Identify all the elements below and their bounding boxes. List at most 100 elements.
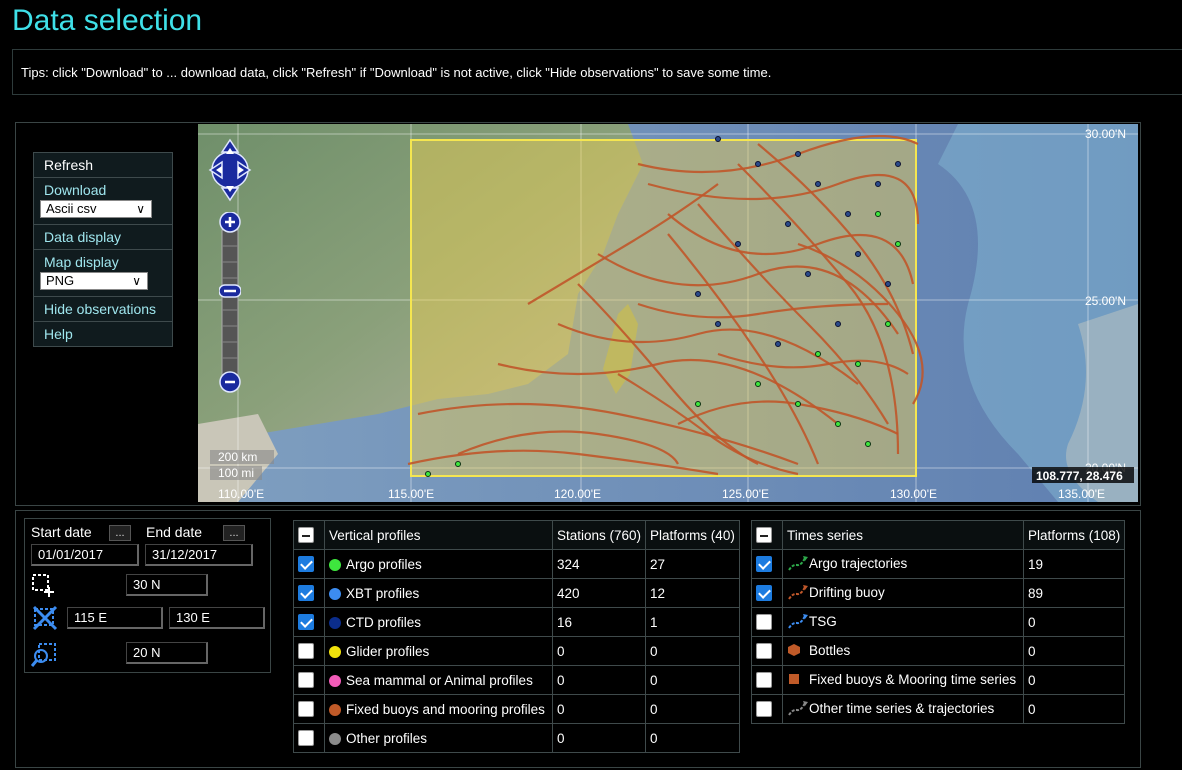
row-checkbox-cell[interactable]	[751, 578, 783, 608]
row-checkbox-cell[interactable]	[293, 549, 325, 579]
profile-name: Argo profiles	[346, 556, 422, 572]
page-title: Data selection	[12, 4, 203, 37]
row-checkbox[interactable]	[298, 730, 314, 747]
map-display-item: Map display PNG ∨	[34, 250, 172, 297]
start-date-label: Start date	[31, 524, 92, 540]
pan-control[interactable]	[208, 138, 252, 202]
series-name: TSG	[809, 613, 837, 629]
stations-column-header: Stations (760)	[551, 520, 647, 550]
table-row: Other profiles 0 0	[293, 723, 740, 753]
table-row: TSG 0	[751, 607, 1126, 637]
platforms-cell: 0	[645, 694, 740, 724]
profile-name: CTD profiles	[346, 614, 422, 630]
data-display-button[interactable]: Data display	[34, 225, 172, 250]
lat-label-30: 30.00'N	[1085, 127, 1126, 141]
start-date-picker-button[interactable]: ...	[109, 525, 131, 541]
row-checkbox-cell[interactable]	[293, 578, 325, 608]
south-bound-field[interactable]: 20 N	[126, 642, 208, 664]
scale-km: 200 km	[218, 450, 257, 464]
map-canvas[interactable]: 200 km 100 mi 30.00'N 25.00'N 20.00'N 11…	[198, 124, 1138, 502]
row-checkbox[interactable]	[298, 556, 314, 573]
row-checkbox[interactable]	[298, 643, 314, 660]
vertical-toggle-all[interactable]	[293, 520, 325, 550]
row-checkbox[interactable]	[756, 614, 772, 631]
map-display-button[interactable]: Map display	[44, 254, 162, 270]
tips-bar: Tips: click "Download" to ... download d…	[12, 49, 1182, 95]
lon-label-120: 120.00'E	[554, 487, 601, 501]
ts-platforms-column-header: Platforms (108)	[1022, 520, 1126, 550]
row-checkbox-cell[interactable]	[751, 694, 783, 724]
row-checkbox[interactable]	[298, 614, 314, 631]
profile-name: Sea mammal or Animal profiles	[346, 672, 533, 688]
clear-area-icon[interactable]	[31, 605, 59, 631]
bottles-icon	[787, 643, 809, 660]
download-format-select[interactable]: Ascii csv ∨	[40, 200, 152, 218]
row-checkbox-cell[interactable]	[293, 723, 325, 753]
series-name-cell: Argo trajectories	[782, 549, 1024, 579]
table-row: Fixed buoys & Mooring time series 0	[751, 665, 1126, 695]
profile-dot-icon	[329, 674, 341, 687]
time-series-table: Times series Platforms (108) Argo trajec…	[751, 520, 1126, 724]
east-bound-field[interactable]: 130 E	[169, 607, 265, 629]
row-checkbox-cell[interactable]	[751, 607, 783, 637]
map-menu: Refresh Download Ascii csv ∨ Data display…	[33, 152, 173, 347]
lon-label-130: 130.00'E	[890, 487, 937, 501]
download-button[interactable]: Download	[44, 182, 162, 198]
row-checkbox-cell[interactable]	[293, 636, 325, 666]
end-date-field[interactable]: 31/12/2017	[145, 544, 253, 566]
row-checkbox-cell[interactable]	[293, 694, 325, 724]
table-row: Drifting buoy 89	[751, 578, 1126, 608]
series-name: Drifting buoy	[809, 584, 885, 600]
row-checkbox[interactable]	[756, 701, 772, 718]
end-date-picker-button[interactable]: ...	[223, 525, 245, 541]
row-checkbox[interactable]	[298, 672, 314, 689]
zoom-slider[interactable]	[218, 211, 242, 394]
ts-platforms-cell: 0	[1022, 636, 1126, 666]
lon-label-115: 115.00'E	[388, 487, 434, 501]
table-row: Fixed buoys and mooring profiles 0 0	[293, 694, 740, 724]
row-checkbox[interactable]	[756, 556, 772, 573]
row-checkbox[interactable]	[756, 643, 772, 660]
west-bound-field[interactable]: 115 E	[67, 607, 163, 629]
table-row: Other time series & trajectories 0	[751, 694, 1126, 724]
row-checkbox-cell[interactable]	[751, 549, 783, 579]
zoom-to-area-icon[interactable]	[30, 642, 57, 668]
scale-mi: 100 mi	[218, 466, 254, 480]
end-date-label: End date	[146, 524, 203, 540]
profile-dot-icon	[329, 587, 341, 600]
row-checkbox[interactable]	[298, 701, 314, 718]
profile-name-cell: XBT profiles	[324, 578, 553, 608]
start-date-field[interactable]: 01/01/2017	[31, 544, 139, 566]
chevron-down-icon: ∨	[136, 202, 145, 216]
tsg-icon	[787, 612, 809, 633]
timeseries-toggle-all[interactable]	[751, 520, 783, 550]
profile-name-cell: CTD profiles	[324, 607, 553, 637]
platforms-cell: 0	[645, 665, 740, 695]
row-checkbox[interactable]	[756, 672, 772, 689]
collapse-checkbox-icon[interactable]	[756, 527, 772, 544]
profile-name: XBT profiles	[346, 585, 420, 601]
profile-name-cell: Fixed buoys and mooring profiles	[324, 694, 553, 724]
refresh-button[interactable]: Refresh	[34, 153, 172, 178]
profile-dot-icon	[329, 616, 341, 629]
profile-dot-icon	[329, 645, 341, 658]
stations-cell: 0	[551, 694, 647, 724]
row-checkbox-cell[interactable]	[751, 665, 783, 695]
row-checkbox-cell[interactable]	[293, 665, 325, 695]
vertical-header: Vertical profiles	[324, 520, 553, 550]
row-checkbox-cell[interactable]	[293, 607, 325, 637]
drifting-buoy-icon	[787, 583, 809, 604]
map-view[interactable]: 200 km 100 mi 30.00'N 25.00'N 20.00'N 11…	[198, 124, 1138, 502]
row-checkbox-cell[interactable]	[751, 636, 783, 666]
lon-label-135: 135.00'E	[1058, 487, 1105, 501]
help-button[interactable]: Help	[34, 322, 172, 346]
hide-observations-button[interactable]: Hide observations	[34, 297, 172, 322]
collapse-checkbox-icon[interactable]	[298, 527, 314, 544]
map-format-select[interactable]: PNG ∨	[40, 272, 148, 290]
row-checkbox[interactable]	[756, 585, 772, 602]
north-bound-field[interactable]: 30 N	[126, 574, 208, 596]
select-area-icon[interactable]	[31, 573, 55, 597]
row-checkbox[interactable]	[298, 585, 314, 602]
ts-platforms-cell: 0	[1022, 607, 1126, 637]
platforms-cell: 27	[645, 549, 740, 579]
